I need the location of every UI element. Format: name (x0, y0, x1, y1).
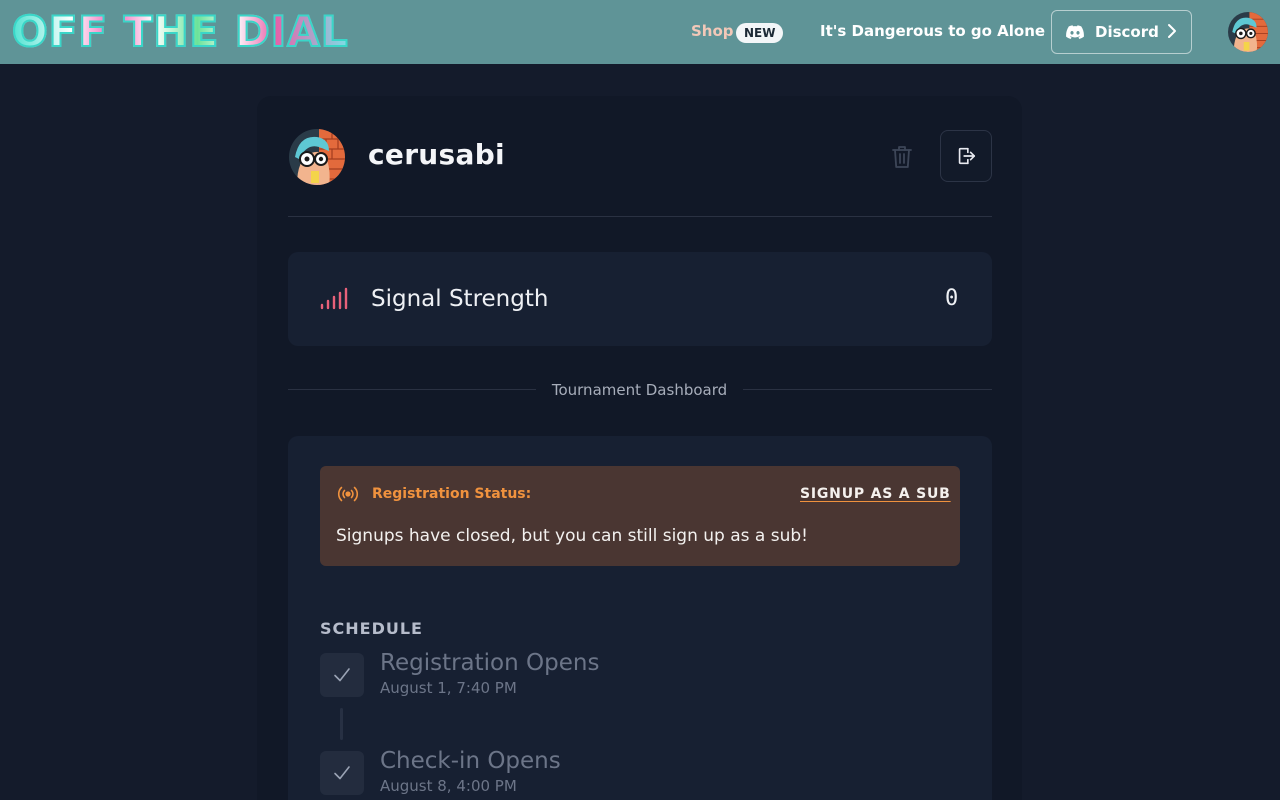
schedule-connector (340, 708, 343, 740)
discord-button[interactable]: Discord (1051, 10, 1192, 54)
dashboard-divider-right (743, 389, 992, 390)
delete-account-button[interactable] (890, 144, 914, 170)
avatar-image (289, 129, 345, 185)
schedule-item-check (320, 751, 364, 795)
discord-icon (1066, 25, 1084, 39)
profile-divider (288, 216, 992, 217)
discord-button-label: Discord (1095, 23, 1159, 41)
profile-avatar (289, 129, 345, 185)
schedule-item-date: August 8, 4:00 PM (380, 777, 517, 795)
dashboard-section-label: Tournament Dashboard (551, 381, 728, 399)
schedule-item-check (320, 653, 364, 697)
signal-bars-icon (320, 287, 348, 310)
trash-icon (892, 146, 912, 168)
schedule-item-title: Registration Opens (380, 650, 600, 676)
avatar-image (1228, 12, 1268, 52)
schedule-item-date: August 1, 7:40 PM (380, 679, 517, 697)
dashboard-divider-left (288, 389, 536, 390)
schedule-heading: SCHEDULE (320, 619, 423, 638)
signal-strength-label: Signal Strength (371, 286, 549, 312)
nav-shop-link[interactable]: Shop (691, 22, 734, 40)
registration-status-message: Signups have closed, but you can still s… (336, 526, 808, 546)
top-navigation-bar: OFF THE DIAL Shop NEW It's Dangerous to … (0, 0, 1280, 64)
nav-dangerous-link[interactable]: It's Dangerous to go Alone (820, 22, 1045, 40)
check-icon (334, 766, 350, 780)
site-logo[interactable]: OFF THE DIAL (11, 7, 349, 57)
user-avatar-menu[interactable] (1228, 12, 1268, 52)
logout-button[interactable] (940, 130, 992, 182)
registration-status-title: Registration Status: (372, 486, 532, 502)
new-badge: NEW (736, 23, 784, 43)
schedule-item-title: Check-in Opens (380, 748, 561, 774)
signal-strength-value: 0 (945, 286, 959, 311)
logout-icon (958, 147, 976, 165)
profile-username: cerusabi (368, 138, 505, 171)
registration-status-alert (320, 466, 960, 566)
signup-as-sub-link[interactable]: SIGNUP AS A SUB (800, 486, 951, 502)
check-icon (334, 668, 350, 682)
broadcast-icon (337, 486, 359, 502)
chevron-right-icon (1167, 23, 1177, 43)
